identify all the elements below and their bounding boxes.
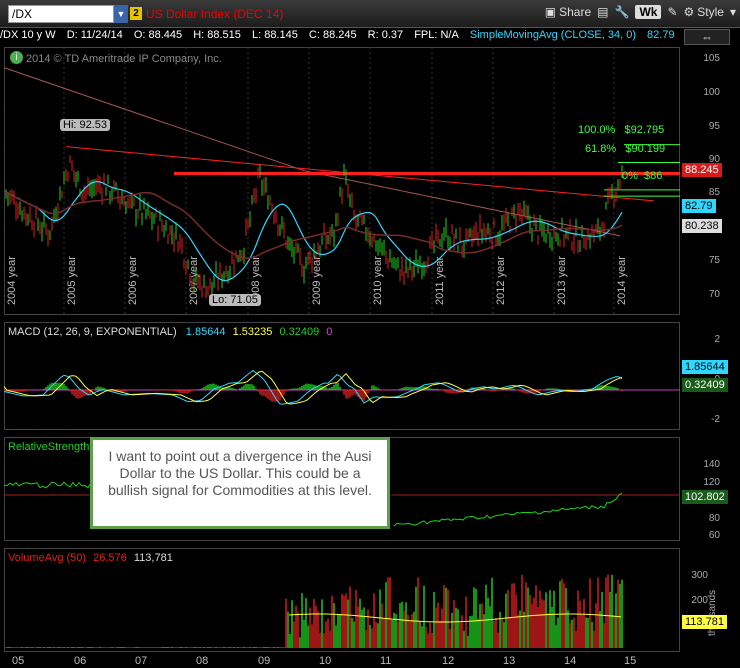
year-label: 2006 year: [127, 256, 139, 305]
x-axis-label: 13: [503, 655, 515, 667]
style-button[interactable]: ⚙ Style: [684, 5, 724, 19]
bar-close: C: 88.245: [308, 29, 357, 41]
x-axis-label: 05: [12, 655, 24, 667]
macd-tag: 1.85644: [682, 360, 728, 374]
x-axis-label: 06: [74, 655, 86, 667]
x-axis-label: 12: [442, 655, 454, 667]
share-label: Share: [559, 5, 592, 19]
macd-diff-tag: 0.32409: [682, 378, 728, 392]
x-axis: 05 06 07 08 09 10 11 12 13 14 15: [12, 655, 636, 667]
long-sma-line: [4, 190, 623, 260]
x-axis-label: 11: [380, 655, 391, 667]
x-axis-label: 14: [564, 655, 576, 667]
toolbar: /DX ▼ 2 US Dollar Index (DEC 14) ▣ Share…: [0, 0, 740, 28]
quote-info-bar: /DX 10 y W D: 11/24/14 O: 88.445 H: 88.5…: [0, 29, 740, 45]
macd-tick: -2: [711, 414, 720, 425]
price-tick: 70: [708, 289, 720, 300]
share-button[interactable]: ▣ Share: [545, 5, 591, 19]
year-label: 2004 year: [6, 256, 18, 305]
symbol-period: /DX 10 y W: [0, 29, 56, 41]
macd-axis[interactable]: 2 0 -2: [680, 322, 720, 430]
price-axis[interactable]: 105 100 95 90 85 80 75 70: [680, 47, 720, 315]
bar-date: D: 11/24/14: [66, 29, 123, 41]
price-tick: 75: [708, 255, 720, 266]
year-label: 2011 year: [434, 257, 446, 305]
info-icon[interactable]: i: [10, 51, 23, 64]
rs-tick: 120: [703, 477, 720, 488]
rs-tag: 102.802: [682, 490, 728, 504]
rs-tick: 60: [708, 530, 720, 541]
bar-open: O: 88.445: [133, 29, 183, 41]
bar-high: H: 88.515: [193, 29, 241, 41]
x-axis-label: 15: [624, 655, 636, 667]
symbol-dropdown-icon[interactable]: ▼: [114, 5, 128, 23]
x-axis-label: 07: [135, 655, 147, 667]
volume-tag: 113.781: [682, 615, 727, 629]
rs-title: RelativeStrength: [8, 441, 90, 453]
style-label: Style: [697, 5, 724, 19]
year-label: 2005 year: [66, 256, 78, 305]
x-axis-label: 10: [319, 655, 331, 667]
lo-label: Lo: 71.05: [209, 294, 261, 306]
fib-618-label: 61.8% $90.199: [585, 143, 666, 155]
rs-line: [393, 492, 623, 527]
volume-unit: thousands: [707, 589, 718, 636]
fpl: FPL: N/A: [414, 29, 459, 41]
year-label: 2014 year: [616, 256, 628, 305]
volume-tick: 300: [691, 570, 708, 581]
copyright-text: 2014 © TD Ameritrade IP Company, Inc.: [26, 53, 222, 65]
rs-line: [4, 481, 95, 489]
bar-low: L: 88.145: [251, 29, 298, 41]
year-label: 2009 year: [311, 256, 323, 305]
year-label: 2010 year: [372, 256, 384, 305]
macd-chart: [4, 369, 680, 405]
macd-title: MACD (12, 26, 9, EXPONENTIAL) 1.85644 1.…: [8, 326, 333, 338]
year-label: 2012 year: [495, 256, 507, 305]
fib-100-label: 100.0% $92.795: [578, 124, 665, 136]
fib-0-label: 0% $86: [622, 170, 663, 182]
symbol-input[interactable]: /DX: [8, 5, 114, 23]
window-icon[interactable]: ▤: [597, 5, 608, 19]
x-axis-label: 09: [258, 655, 270, 667]
sma-value: 82.79: [647, 29, 675, 41]
year-label: 2013 year: [556, 256, 568, 305]
price-tick: 100: [703, 87, 720, 98]
bar-range: R: 0.37: [367, 29, 404, 41]
rs-tick: 140: [703, 459, 720, 470]
timeframe-button[interactable]: Wk: [635, 5, 662, 19]
sma-tag: 82.79: [682, 199, 716, 213]
expand-button[interactable]: ⇔: [684, 29, 730, 45]
rs-tick: 80: [708, 513, 720, 524]
price-tick: 105: [703, 53, 720, 64]
macd-tick: 2: [714, 334, 720, 345]
x-axis-label: 08: [196, 655, 208, 667]
volume-axis[interactable]: 300 200 100 thousands: [680, 548, 720, 652]
rs-axis[interactable]: 140 120 100 80 60: [680, 437, 720, 541]
volume-average-line: [288, 613, 622, 623]
style-icon: ⚙: [683, 5, 695, 19]
sma-label: SimpleMovingAvg (CLOSE, 34, 0): [469, 29, 636, 41]
volume-tick: 200: [691, 595, 708, 606]
price-tick: 95: [708, 121, 720, 132]
symbol-description: US Dollar Index (DEC 14): [146, 7, 284, 21]
price-tag: 88.245: [682, 163, 722, 177]
price-chart: 2004 year 2005 year 2006 year 2007 year 2008…: [4, 47, 680, 315]
price-tick: 85: [708, 187, 720, 198]
annotation-note[interactable]: I want to point out a divergence in the …: [90, 437, 390, 529]
hi-label: Hi: 92.53: [60, 119, 111, 131]
link-badge[interactable]: 2: [130, 7, 142, 20]
chevron-down-icon[interactable]: ▾: [730, 5, 736, 19]
volume-title: VolumeAvg (50) 26,576 113,781: [8, 552, 173, 564]
ma2-tag: 80.238: [682, 219, 722, 233]
share-icon: ▣: [544, 5, 557, 19]
wrench-icon[interactable]: 🔧: [615, 5, 630, 19]
drawing-icon[interactable]: ✎: [667, 5, 677, 19]
